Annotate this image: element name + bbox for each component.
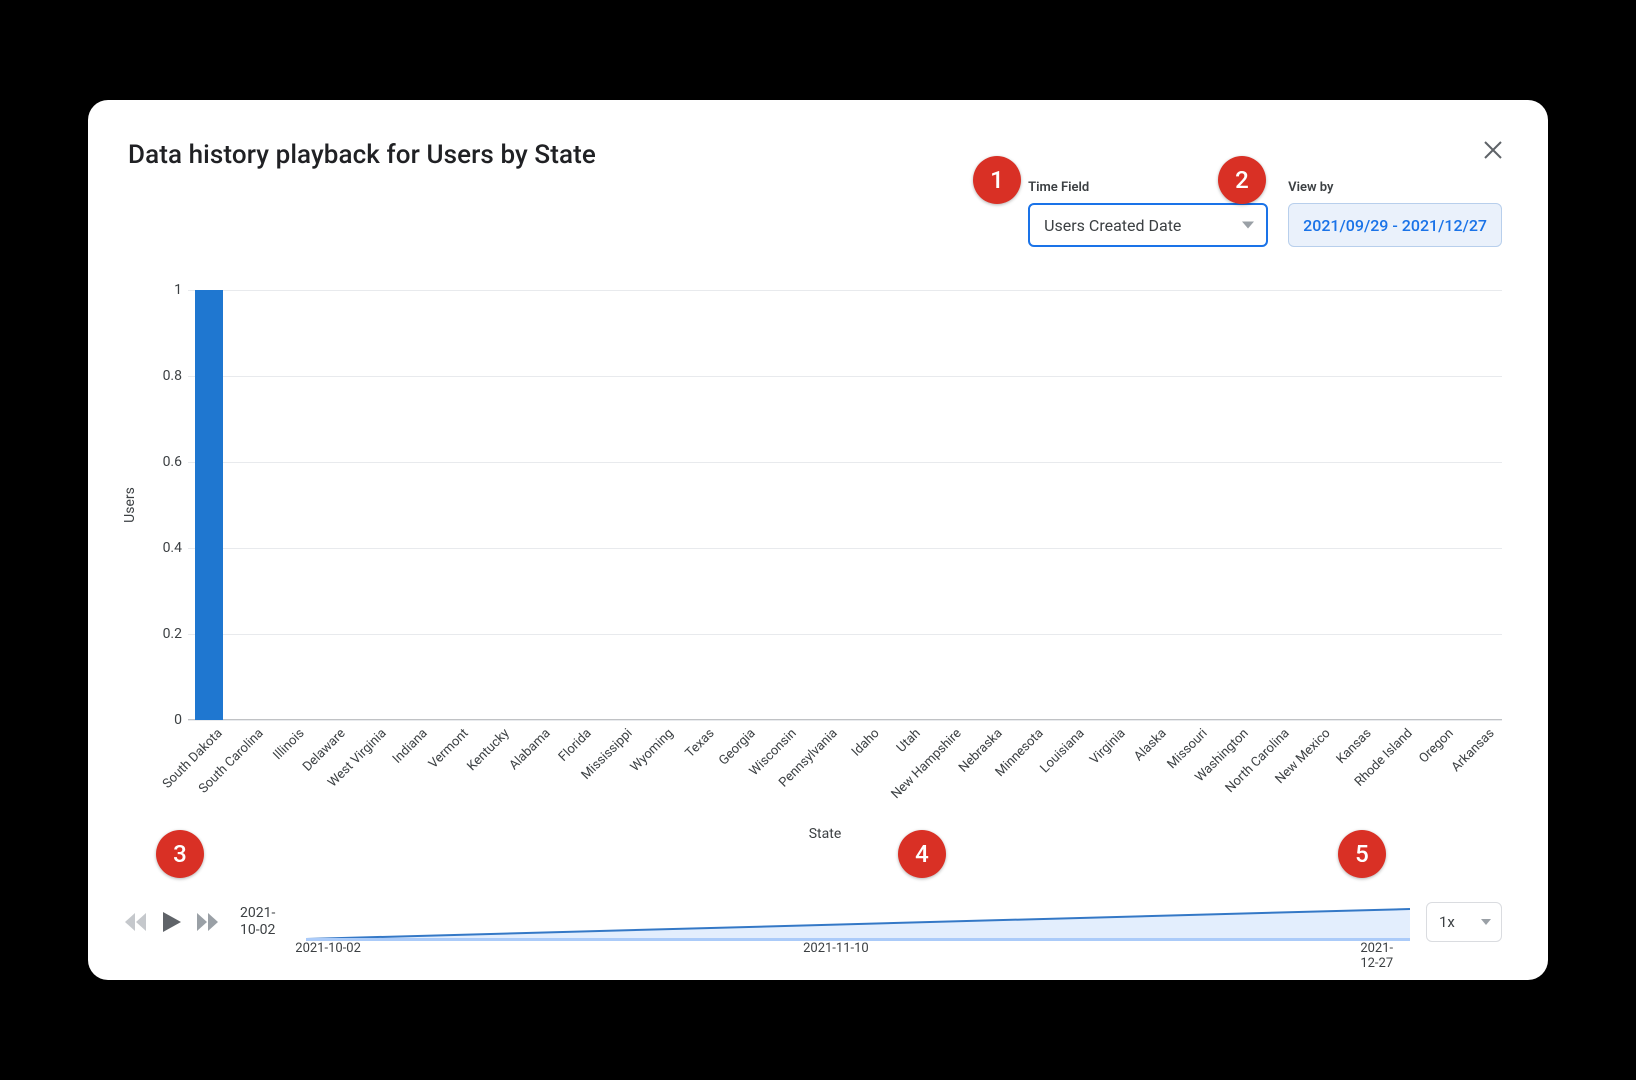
annotation-badge-4: 4 (898, 830, 946, 878)
close-button[interactable] (1484, 140, 1502, 165)
grid-line (188, 462, 1502, 463)
close-icon (1484, 141, 1502, 159)
dialog-title: Data history playback for Users by State (128, 140, 1508, 170)
y-tick-label: 0.4 (152, 540, 182, 556)
timeline-tick: 2021-11-10 (803, 941, 869, 956)
y-axis-label: Users (122, 487, 138, 523)
timeline[interactable]: 2021-10-02 2021-11-10 2021-12-27 (306, 897, 1410, 947)
view-by-control: View by 2021/09/29 - 2021/12/27 (1288, 180, 1502, 247)
dialog: Data history playback for Users by State… (88, 100, 1548, 980)
y-tick-label: 1 (152, 282, 182, 298)
x-axis-label: State (148, 826, 1502, 842)
timeline-sparkline (306, 897, 1410, 947)
annotation-badge-2: 2 (1218, 156, 1266, 204)
timeline-tick: 2021-10-02 (295, 941, 361, 956)
chevron-down-icon (1242, 222, 1254, 229)
annotation-badge-1: 1 (973, 156, 1021, 204)
time-field-select[interactable]: Users Created Date (1028, 203, 1268, 247)
annotation-badge-5: 5 (1338, 830, 1386, 878)
rewind-button[interactable] (122, 908, 150, 936)
fast-forward-button[interactable] (194, 908, 222, 936)
time-field-value: Users Created Date (1044, 216, 1181, 235)
date-range-picker[interactable]: 2021/09/29 - 2021/12/27 (1288, 203, 1502, 247)
playback-buttons (122, 908, 222, 936)
y-tick-label: 0 (152, 712, 182, 728)
bar (195, 290, 223, 720)
controls: Time Field Users Created Date View by 20… (1028, 180, 1502, 247)
current-date-line2: 10-02 (240, 922, 275, 938)
playback-speed-value: 1x (1439, 913, 1455, 931)
x-tick-container: South DakotaSouth CarolinaIllinoisDelawa… (188, 720, 1502, 830)
view-by-label: View by (1288, 180, 1502, 195)
fast-forward-icon (197, 913, 219, 931)
playback-speed-select[interactable]: 1x (1426, 902, 1502, 942)
grid-line (188, 376, 1502, 377)
grid-line (188, 290, 1502, 291)
annotation-badge-3: 3 (156, 830, 204, 878)
chart: Users 00.20.40.60.81 South DakotaSouth C… (148, 290, 1502, 720)
current-date-line1: 2021- (240, 905, 275, 921)
playback-bar: 2021- 10-02 2021-10-02 2021-11-10 2021-1… (122, 882, 1502, 962)
date-range-value: 2021/09/29 - 2021/12/27 (1303, 216, 1487, 235)
y-tick-label: 0.8 (152, 368, 182, 384)
plot-area: 00.20.40.60.81 (188, 290, 1502, 720)
grid-line (188, 548, 1502, 549)
y-tick-label: 0.2 (152, 626, 182, 642)
rewind-icon (125, 913, 147, 931)
chevron-down-icon (1481, 919, 1491, 925)
timeline-tick: 2021-12-27 (1360, 941, 1393, 971)
play-icon (163, 912, 181, 932)
current-date: 2021- 10-02 (240, 905, 296, 939)
grid-line (188, 634, 1502, 635)
play-button[interactable] (158, 908, 186, 936)
y-tick-label: 0.6 (152, 454, 182, 470)
